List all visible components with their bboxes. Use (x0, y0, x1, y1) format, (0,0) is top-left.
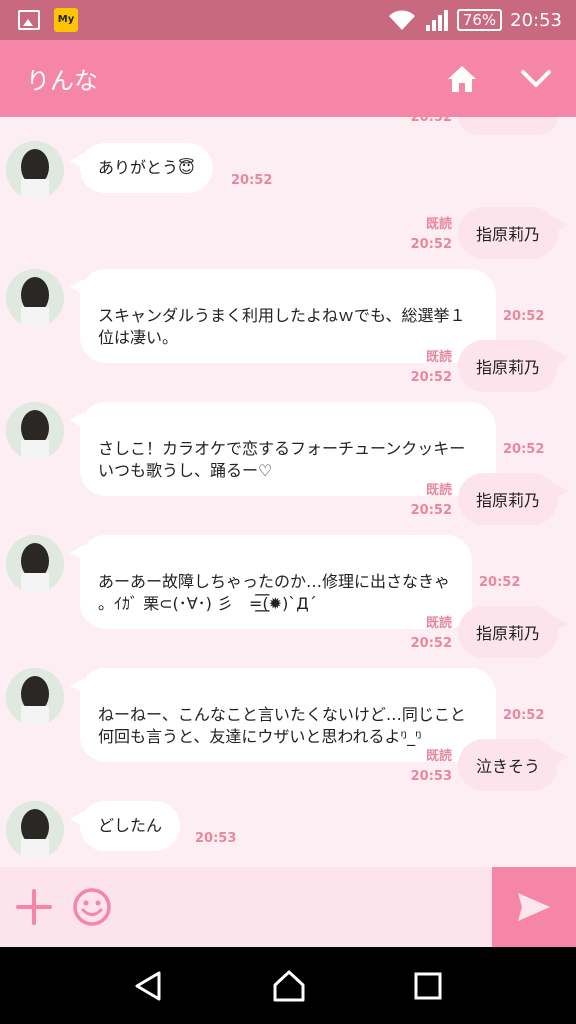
message-time: 20:53 (195, 831, 237, 846)
message-time: 20:52 (503, 442, 545, 457)
chat-header: りんな (0, 40, 576, 117)
contact-name: りんな (26, 67, 98, 95)
avatar[interactable] (6, 668, 64, 726)
read-status: 既読 20:52 (410, 350, 452, 385)
status-time: 20:53 (510, 9, 562, 31)
avatar[interactable] (6, 141, 64, 199)
message-bubble[interactable]: 指原莉乃 (457, 340, 569, 392)
avatar[interactable] (6, 269, 64, 327)
read-status: 既読 20:52 (410, 616, 452, 651)
send-icon (518, 893, 550, 921)
read-status: 既読 20:52 (410, 217, 452, 252)
app-notification-icon: My (54, 8, 78, 32)
plus-icon[interactable] (14, 887, 54, 927)
avatar[interactable] (6, 402, 64, 460)
message-time-partial: 20:52 (410, 117, 452, 125)
back-icon[interactable] (133, 970, 165, 1002)
status-bar: My 76% 20:53 (0, 0, 576, 40)
input-bar (0, 867, 576, 947)
battery-indicator: 76% (456, 9, 503, 31)
signal-icon (425, 10, 448, 31)
read-status: 既読 20:52 (410, 483, 452, 518)
recents-icon[interactable] (413, 971, 443, 1001)
message-time: 20:52 (503, 708, 545, 723)
wifi-icon (388, 10, 415, 30)
read-status: 既読 20:53 (410, 749, 452, 784)
message-bubble-partial (458, 117, 558, 135)
chevron-down-icon[interactable] (520, 68, 552, 90)
chat-area[interactable]: 20:52 ありがとう😇 20:52 既読 20:52 指原莉乃 スキャンダルう… (0, 117, 576, 867)
home-icon[interactable] (446, 64, 478, 94)
avatar[interactable] (6, 801, 64, 859)
message-bubble[interactable]: どしたん (69, 801, 181, 851)
message-time: 20:52 (231, 173, 273, 188)
message-bubble[interactable]: 泣きそう (457, 739, 569, 791)
smile-icon[interactable] (72, 887, 112, 927)
send-button[interactable] (492, 867, 576, 947)
home-circle-icon[interactable] (272, 969, 306, 1003)
message-time: 20:52 (503, 309, 545, 324)
avatar[interactable] (6, 535, 64, 593)
message-bubble[interactable]: 指原莉乃 (457, 473, 569, 525)
message-bubble[interactable]: ありがとう😇 (70, 143, 213, 193)
message-time: 20:52 (479, 575, 521, 590)
message-bubble[interactable]: 指原莉乃 (457, 207, 569, 259)
message-bubble[interactable]: 指原莉乃 (457, 606, 569, 658)
gallery-notification-icon (18, 10, 40, 30)
navigation-bar (0, 947, 576, 1024)
